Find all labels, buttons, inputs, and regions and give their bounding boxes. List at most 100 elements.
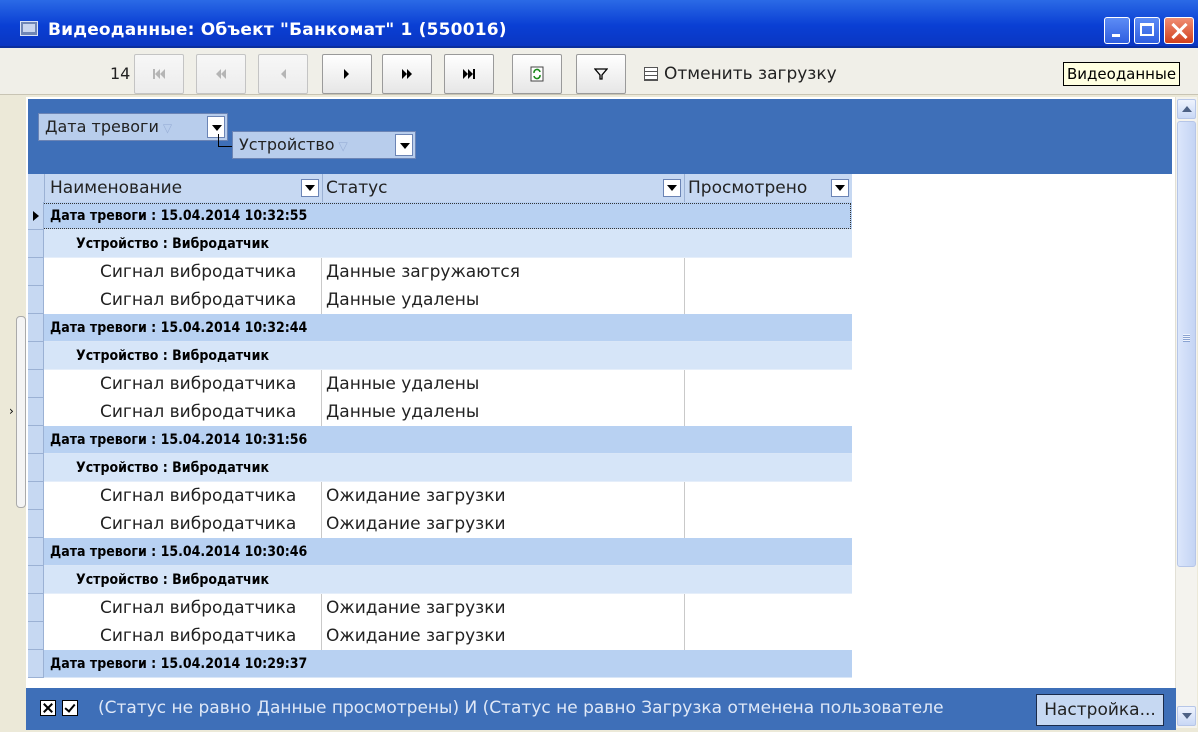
row-indicator[interactable] xyxy=(28,286,44,314)
close-button[interactable] xyxy=(1164,17,1194,44)
cell-viewed xyxy=(686,286,852,314)
scroll-down-button[interactable] xyxy=(1177,706,1196,726)
table-body: Дата тревоги : 15.04.2014 10:32:55 Устрой… xyxy=(28,202,852,678)
next-record-button[interactable] xyxy=(322,54,372,94)
group-row-alarm-date[interactable]: Дата тревоги : 15.04.2014 10:32:44 xyxy=(28,314,852,342)
table-header: Наименование Статус Просмотрено xyxy=(28,174,852,203)
step-forward-icon xyxy=(344,69,349,79)
maximize-button[interactable] xyxy=(1134,17,1160,44)
cell-name: Сигнал вибродатчика xyxy=(100,594,322,622)
table-row[interactable]: Сигнал вибродатчика Ожидание загрузки xyxy=(28,594,852,622)
chevron-down-icon[interactable] xyxy=(663,179,681,197)
clear-filter-icon[interactable] xyxy=(40,700,56,716)
filter-text[interactable]: (Статус не равно Данные просмотрены) И (… xyxy=(98,688,1028,730)
row-indicator[interactable] xyxy=(28,426,44,454)
row-indicator[interactable] xyxy=(28,202,44,230)
group-row-device[interactable]: Устройство : Вибродатчик xyxy=(28,342,852,370)
title-bar: Видеоданные: Объект "Банкомат" 1 (550016… xyxy=(0,0,1198,48)
chevron-down-icon[interactable] xyxy=(395,134,413,156)
column-header-status[interactable]: Статус xyxy=(323,174,685,202)
cell-viewed xyxy=(686,510,852,538)
group-row-alarm-date[interactable]: Дата тревоги : 15.04.2014 10:32:55 xyxy=(28,202,852,230)
column-header-viewed[interactable]: Просмотрено xyxy=(685,174,852,202)
table-row[interactable]: Сигнал вибродатчика Ожидание загрузки xyxy=(28,622,852,650)
next-page-button[interactable] xyxy=(382,54,432,94)
group-row-label: Устройство : Вибродатчик xyxy=(76,236,270,252)
column-header-name[interactable]: Наименование xyxy=(44,174,323,202)
group-row-alarm-date[interactable]: Дата тревоги : 15.04.2014 10:29:37 xyxy=(28,650,852,678)
first-page-button[interactable] xyxy=(134,54,184,94)
group-row-alarm-date[interactable]: Дата тревоги : 15.04.2014 10:30:46 xyxy=(28,538,852,566)
page-number: 14 xyxy=(110,64,131,83)
group-row-device[interactable]: Устройство : Вибродатчик xyxy=(28,230,852,258)
chevron-down-icon[interactable] xyxy=(831,179,849,197)
table-row[interactable]: Сигнал вибродатчика Данные удалены xyxy=(28,398,852,426)
group-chip-label: Устройство xyxy=(239,135,335,154)
vertical-scrollbar[interactable] xyxy=(1175,97,1197,728)
row-indicator[interactable] xyxy=(28,230,44,258)
minimize-button[interactable] xyxy=(1104,17,1130,44)
row-indicator[interactable] xyxy=(28,398,44,426)
scroll-thumb[interactable] xyxy=(1177,121,1196,567)
table-row[interactable]: Сигнал вибродатчика Данные удалены xyxy=(28,286,852,314)
column-header-label: Просмотрено xyxy=(688,178,808,198)
prev-page-button[interactable] xyxy=(196,54,246,94)
chevron-down-icon[interactable] xyxy=(301,179,319,197)
table-row[interactable]: Сигнал вибродатчика Данные загружаются xyxy=(28,258,852,286)
table-row[interactable]: Сигнал вибродатчика Ожидание загрузки xyxy=(28,482,852,510)
group-row-device[interactable]: Устройство : Вибродатчик xyxy=(28,454,852,482)
group-row-label: Дата тревоги : 15.04.2014 10:29:37 xyxy=(50,656,308,672)
row-indicator[interactable] xyxy=(28,342,44,370)
row-indicator[interactable] xyxy=(28,650,44,678)
refresh-icon xyxy=(530,66,544,82)
row-indicator[interactable] xyxy=(28,622,44,650)
row-indicator[interactable] xyxy=(28,454,44,482)
row-indicator[interactable] xyxy=(28,258,44,286)
last-page-button[interactable] xyxy=(444,54,494,94)
group-connector xyxy=(218,134,233,147)
app-window-icon xyxy=(20,21,38,36)
group-row-label: Устройство : Вибродатчик xyxy=(76,460,270,476)
filter-button[interactable] xyxy=(576,54,626,94)
cell-name: Сигнал вибродатчика xyxy=(100,398,322,426)
row-indicator[interactable] xyxy=(28,594,44,622)
cell-viewed xyxy=(686,370,852,398)
table-row[interactable]: Сигнал вибродатчика Данные удалены xyxy=(28,370,852,398)
table-icon xyxy=(644,67,658,81)
group-row-alarm-date[interactable]: Дата тревоги : 15.04.2014 10:31:56 xyxy=(28,426,852,454)
row-indicator[interactable] xyxy=(28,314,44,342)
cell-status: Ожидание загрузки xyxy=(323,510,685,538)
row-indicator[interactable] xyxy=(28,566,44,594)
cell-name: Сигнал вибродатчика xyxy=(100,258,322,286)
pane-splitter[interactable] xyxy=(16,316,26,508)
fast-rewind-icon xyxy=(216,69,226,79)
group-row-device[interactable]: Устройство : Вибродатчик xyxy=(28,566,852,594)
current-row-arrow-icon xyxy=(33,211,39,221)
group-row-label: Устройство : Вибродатчик xyxy=(76,348,270,364)
table-row[interactable]: Сигнал вибродатчика Ожидание загрузки xyxy=(28,510,852,538)
cell-status: Ожидание загрузки xyxy=(323,594,685,622)
cell-status: Ожидание загрузки xyxy=(323,482,685,510)
row-indicator[interactable] xyxy=(28,482,44,510)
cell-name: Сигнал вибродатчика xyxy=(100,286,322,314)
filter-enabled-checkbox[interactable] xyxy=(62,700,78,716)
cancel-load-button[interactable]: Отменить загрузку xyxy=(644,64,837,84)
group-chip-device[interactable]: Устройство ▽ xyxy=(232,131,416,159)
row-indicator[interactable] xyxy=(28,370,44,398)
filter-icon xyxy=(594,68,608,80)
row-indicator-header xyxy=(28,174,45,202)
filter-small-icon: ▽ xyxy=(162,121,173,135)
scroll-up-button[interactable] xyxy=(1177,99,1196,119)
video-data-window: Видеоданные: Объект "Банкомат" 1 (550016… xyxy=(0,0,1198,732)
cell-name: Сигнал вибродатчика xyxy=(100,482,322,510)
group-chip-alarm-date[interactable]: Дата тревоги ▽ xyxy=(38,113,228,141)
group-row-label: Дата тревоги : 15.04.2014 10:32:55 xyxy=(50,208,308,224)
row-indicator[interactable] xyxy=(28,538,44,566)
row-indicator[interactable] xyxy=(28,510,44,538)
last-page-icon xyxy=(463,69,475,79)
expand-arrow-icon[interactable]: › xyxy=(9,404,14,418)
refresh-button[interactable] xyxy=(512,54,562,94)
filter-settings-button[interactable]: Настройка... xyxy=(1036,694,1164,726)
cell-status: Данные удалены xyxy=(323,398,685,426)
prev-record-button[interactable] xyxy=(258,54,308,94)
